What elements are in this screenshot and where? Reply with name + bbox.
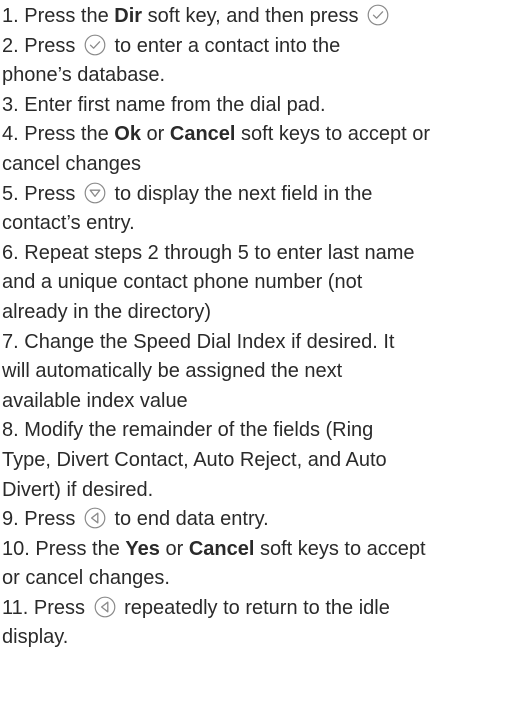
- step-line: already in the directory): [2, 298, 518, 328]
- step-text: Press the: [24, 123, 115, 146]
- step-text: Type, Divert Contact, Auto Reject, and A…: [2, 448, 387, 471]
- step-text: Press: [24, 508, 81, 531]
- step-text: to display the next field in the: [108, 182, 373, 205]
- soft-key-label: Cancel: [169, 123, 236, 146]
- step-line: 10. Press the Yes or Cancel soft keys to…: [2, 535, 518, 565]
- step-text: Enter first name from the dial pad.: [24, 93, 326, 116]
- step-text: and a unique contact phone number (not: [2, 271, 363, 294]
- step-text: to enter a contact into the: [108, 34, 341, 57]
- check-circle-icon: [84, 34, 106, 56]
- step-line: phone’s database.: [2, 61, 518, 91]
- step-line: Divert) if desired.: [2, 476, 518, 506]
- step-line: 8. Modify the remainder of the fields (R…: [2, 416, 518, 446]
- step-text: Press: [24, 182, 81, 205]
- step-number: 3.: [2, 93, 19, 116]
- step-text: Repeat steps 2 through 5 to enter last n…: [24, 241, 415, 264]
- step-number: 5.: [2, 182, 19, 205]
- step-number: 10.: [2, 537, 30, 560]
- step-text: cancel changes: [2, 152, 141, 175]
- step-text: to end data entry.: [108, 508, 269, 531]
- step-text: phone’s database.: [2, 64, 166, 87]
- soft-key-label: Ok: [114, 123, 141, 146]
- step-text: soft key, and then press: [142, 5, 365, 27]
- step-line: 6. Repeat steps 2 through 5 to enter las…: [2, 239, 518, 269]
- steps-list: 1. Press the Dir soft key, and then pres…: [2, 2, 518, 653]
- step-text: contact’s entry.: [2, 212, 135, 235]
- step-text: or cancel changes.: [2, 567, 170, 590]
- instructions-document: 1. Press the Dir soft key, and then pres…: [2, 3, 518, 653]
- step-number: 6.: [2, 241, 19, 264]
- step-5: 5. Press to display the next field in th…: [2, 180, 518, 239]
- step-line: Type, Divert Contact, Auto Reject, and A…: [2, 446, 518, 476]
- soft-key-label: Yes: [125, 537, 160, 560]
- step-text: Press the: [24, 5, 115, 27]
- step-line: display.: [2, 623, 518, 653]
- step-text: already in the directory): [2, 300, 211, 323]
- step-number: 9.: [2, 508, 19, 531]
- step-line: or cancel changes.: [2, 564, 518, 594]
- step-text: Divert) if desired.: [2, 478, 154, 501]
- step-number: 11.: [2, 596, 29, 619]
- step-text: or: [159, 537, 189, 560]
- step-10: 10. Press the Yes or Cancel soft keys to…: [2, 535, 518, 594]
- step-6: 6. Repeat steps 2 through 5 to enter las…: [2, 239, 518, 328]
- step-1: 1. Press the Dir soft key, and then pres…: [2, 2, 518, 32]
- check-circle-icon: [367, 4, 389, 26]
- step-line: will automatically be assigned the next: [2, 357, 518, 387]
- step-7: 7. Change the Speed Dial Index if desire…: [2, 328, 518, 417]
- step-number: 4.: [2, 123, 19, 146]
- step-4: 4. Press the Ok or Cancel soft keys to a…: [2, 120, 518, 179]
- step-line: 5. Press to display the next field in th…: [2, 180, 518, 210]
- step-9: 9. Press to end data entry.: [2, 505, 518, 535]
- step-2: 2. Press to enter a contact into the phon…: [2, 32, 518, 91]
- step-text: Modify the remainder of the fields (Ring: [24, 419, 374, 442]
- step-line: contact’s entry.: [2, 209, 518, 239]
- left-arrow-circle-icon: [84, 507, 106, 529]
- step-text: Press the: [35, 537, 126, 560]
- step-line: 11. Press repeatedly to return to the id…: [2, 594, 518, 624]
- step-line: 3. Enter first name from the dial pad.: [2, 91, 518, 121]
- soft-key-label: Dir: [114, 5, 143, 27]
- step-line: 1. Press the Dir soft key, and then pres…: [2, 2, 518, 32]
- step-line: 7. Change the Speed Dial Index if desire…: [2, 328, 518, 358]
- step-text: or: [140, 123, 170, 146]
- step-8: 8. Modify the remainder of the fields (R…: [2, 416, 518, 505]
- step-text: repeatedly to return to the idle: [118, 596, 390, 619]
- step-text: display.: [2, 626, 69, 649]
- step-line: 2. Press to enter a contact into the: [2, 32, 518, 62]
- clipped-previous-line: [2, 0, 518, 2]
- step-number: 2.: [2, 34, 19, 57]
- step-text: soft keys to accept: [254, 537, 426, 560]
- step-text: Press: [33, 596, 91, 619]
- step-line: cancel changes: [2, 150, 518, 180]
- step-text: Press: [24, 34, 81, 57]
- step-3: 3. Enter first name from the dial pad.: [2, 91, 518, 121]
- step-number: 1.: [2, 5, 19, 27]
- step-number: 8.: [2, 419, 19, 442]
- step-line: 4. Press the Ok or Cancel soft keys to a…: [2, 120, 518, 150]
- step-text: Change the Speed Dial Index if desired. …: [24, 330, 395, 353]
- left-arrow-circle-icon: [94, 596, 116, 618]
- step-11: 11. Press repeatedly to return to the id…: [2, 594, 518, 653]
- step-text: soft keys to accept or: [235, 123, 431, 146]
- soft-key-label: Cancel: [188, 537, 255, 560]
- step-number: 7.: [2, 330, 19, 353]
- step-line: 9. Press to end data entry.: [2, 505, 518, 535]
- step-line: and a unique contact phone number (not: [2, 268, 518, 298]
- step-line: available index value: [2, 387, 518, 417]
- down-arrow-circle-icon: [84, 182, 106, 204]
- step-text: will automatically be assigned the next: [2, 360, 343, 383]
- step-text: available index value: [2, 389, 188, 412]
